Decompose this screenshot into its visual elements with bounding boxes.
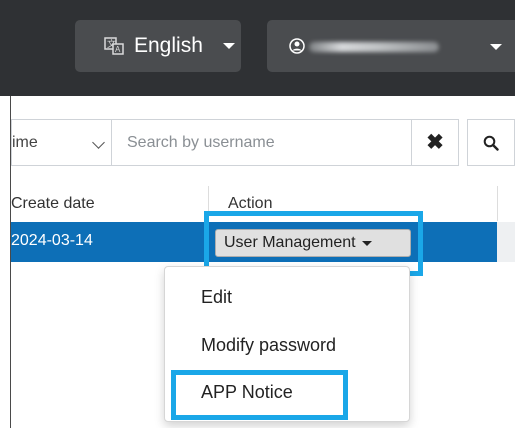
menu-item-modify-password[interactable]: Modify password	[201, 335, 336, 356]
close-icon: ✖	[426, 131, 444, 154]
search-button[interactable]	[467, 119, 515, 166]
chevron-down-icon	[92, 136, 105, 149]
translate-icon: 文 A	[104, 37, 124, 55]
search-field-select-value: ime	[12, 134, 38, 151]
clear-search-button[interactable]: ✖	[411, 119, 459, 166]
top-navbar: 文 A English	[0, 0, 515, 96]
highlight-box	[171, 370, 348, 420]
table-row-trailing-cell	[497, 222, 515, 262]
menu-item-edit[interactable]: Edit	[201, 287, 232, 308]
language-label: English	[134, 34, 203, 57]
user-menu-button[interactable]	[267, 20, 515, 72]
create-date-cell: 2024-03-14	[11, 232, 93, 249]
svg-text:A: A	[115, 45, 121, 54]
column-divider	[497, 186, 498, 221]
chevron-down-icon	[490, 44, 502, 50]
search-placeholder: Search by username	[127, 134, 275, 151]
chevron-down-icon	[222, 43, 235, 49]
search-field-select[interactable]: ime	[11, 119, 111, 166]
username-redacted	[309, 42, 439, 52]
search-icon	[483, 135, 499, 151]
column-header-create-date: Create date	[11, 195, 95, 212]
search-input[interactable]: Search by username	[111, 119, 412, 166]
user-circle-icon	[289, 38, 305, 54]
language-dropdown-button[interactable]: 文 A English	[75, 20, 241, 72]
